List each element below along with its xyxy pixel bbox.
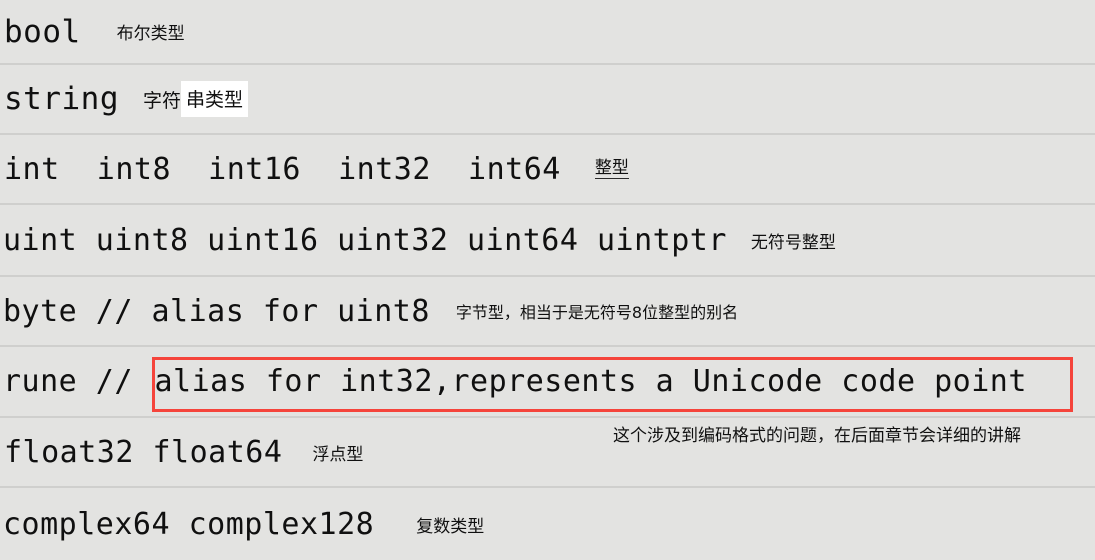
type-note-byte: 字节型，相当于是无符号8位整型的别名	[455, 303, 739, 322]
type-note-string: 字符	[142, 89, 181, 112]
table-row-rune: rune // alias for int32,represents a Uni…	[0, 347, 1095, 418]
go-basic-types-table: bool 布尔类型 string 字符 串类型 int int8 int16 i…	[0, 0, 1095, 560]
type-name-bool: bool	[4, 13, 81, 50]
type-note-int: 整型	[594, 157, 629, 180]
type-name-complex-family: complex64 complex128	[3, 506, 375, 542]
type-note-complex: 复数类型	[416, 516, 485, 537]
table-row-bool: bool 布尔类型	[0, 0, 1095, 65]
rune-footnote-annotation: 这个涉及到编码格式的问题，在后面章节会详细的讲解	[613, 426, 1021, 446]
type-note-bool: 布尔类型	[116, 24, 185, 44]
table-row-byte: byte // alias for uint8 字节型，相当于是无符号8位整型的…	[0, 277, 1095, 347]
selected-text-highlight[interactable]: 串类型	[181, 81, 249, 117]
type-name-string: string	[4, 81, 119, 117]
rune-alias-description: alias for int32,represents a Unicode cod…	[154, 364, 1027, 399]
type-note-uint: 无符号整型	[750, 232, 836, 253]
table-row-uint: uint uint8 uint16 uint32 uint64 uintptr …	[0, 205, 1095, 277]
table-row-complex: complex64 complex128 复数类型	[0, 488, 1095, 560]
type-note-float: 浮点型	[312, 444, 364, 465]
type-name-float-family: float32 float64	[4, 434, 283, 470]
type-name-byte: byte // alias for uint8	[3, 293, 430, 329]
type-name-int-family: int int8 int16 int32 int64	[4, 151, 561, 187]
type-name-rune: rune //	[3, 364, 152, 399]
table-row-int: int int8 int16 int32 int64 整型	[0, 135, 1095, 205]
type-name-uint-family: uint uint8 uint16 uint32 uint64 uintptr	[3, 222, 727, 258]
table-row-string: string 字符 串类型	[0, 65, 1095, 135]
